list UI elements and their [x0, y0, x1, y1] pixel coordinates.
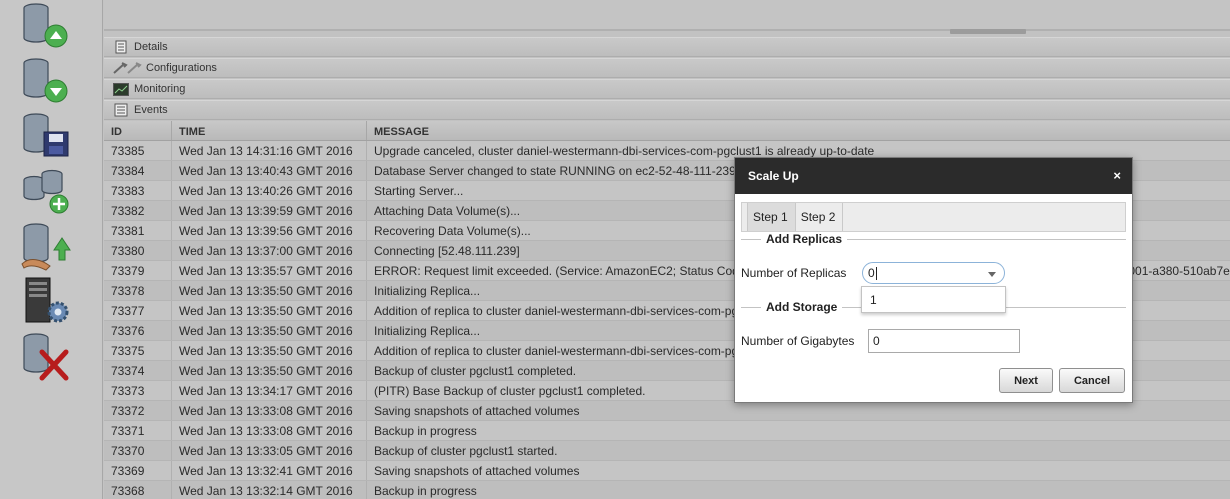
cell-message: Backup of cluster pgclust1 started.: [374, 444, 558, 458]
cell-time: Wed Jan 13 13:40:43 GMT 2016: [172, 161, 367, 180]
section-events-label: Events: [134, 104, 168, 116]
details-icon: [112, 40, 130, 54]
cell-id: 73368: [104, 481, 172, 499]
database-scale-down-icon[interactable]: [20, 55, 72, 107]
gigabytes-input[interactable]: 0: [868, 329, 1020, 353]
cell-time: Wed Jan 13 13:32:41 GMT 2016: [172, 461, 367, 480]
cell-time: Wed Jan 13 13:33:08 GMT 2016: [172, 421, 367, 440]
cell-time: Wed Jan 13 13:37:00 GMT 2016: [172, 241, 367, 260]
cell-id: 73373: [104, 381, 172, 400]
close-icon[interactable]: ×: [1113, 168, 1121, 183]
table-header: ID TIME MESSAGE: [104, 121, 1230, 141]
cell-id: 73385: [104, 141, 172, 160]
section-events[interactable]: Events: [104, 100, 1230, 120]
column-header-id[interactable]: ID: [104, 121, 172, 140]
next-button[interactable]: Next: [999, 368, 1053, 393]
dialog-title: Scale Up: [748, 169, 799, 183]
replicas-value: 0: [868, 266, 875, 280]
cell-time: Wed Jan 13 13:33:08 GMT 2016: [172, 401, 367, 420]
cell-time: Wed Jan 13 13:35:50 GMT 2016: [172, 281, 367, 300]
cell-time: Wed Jan 13 13:40:26 GMT 2016: [172, 181, 367, 200]
column-header-message[interactable]: MESSAGE: [367, 121, 1230, 140]
tab-step-2[interactable]: Step 2: [796, 203, 844, 231]
replicas-label: Number of Replicas: [741, 266, 847, 280]
database-add-replica-icon[interactable]: [20, 166, 72, 218]
cell-time: Wed Jan 13 13:35:50 GMT 2016: [172, 341, 367, 360]
tools-icon: [112, 61, 142, 75]
table-row[interactable]: 73369 Wed Jan 13 13:32:41 GMT 2016 Saving …: [104, 461, 1230, 481]
cell-id: 73371: [104, 421, 172, 440]
cell-id: 73377: [104, 301, 172, 320]
cell-time: Wed Jan 13 13:33:05 GMT 2016: [172, 441, 367, 460]
cell-time: Wed Jan 13 13:39:56 GMT 2016: [172, 221, 367, 240]
replicas-legend: Add Replicas: [761, 232, 848, 246]
table-row[interactable]: 73371 Wed Jan 13 13:33:08 GMT 2016 Backup …: [104, 421, 1230, 441]
cell-id: 73370: [104, 441, 172, 460]
cell-id: 73369: [104, 461, 172, 480]
table-row[interactable]: 73370 Wed Jan 13 13:33:05 GMT 2016 Backup …: [104, 441, 1230, 461]
cell-id: 73384: [104, 161, 172, 180]
wizard-tabs: Step 1 Step 2: [741, 202, 1126, 232]
gigabytes-label: Number of Gigabytes: [741, 334, 855, 348]
cell-time: Wed Jan 13 13:34:17 GMT 2016: [172, 381, 367, 400]
left-toolbar: [0, 0, 103, 499]
chevron-down-icon[interactable]: [988, 272, 996, 277]
column-header-time[interactable]: TIME: [172, 121, 367, 140]
dialog-title-bar[interactable]: Scale Up ×: [735, 158, 1132, 194]
cell-time: Wed Jan 13 13:35:50 GMT 2016: [172, 301, 367, 320]
splitter-handle[interactable]: [950, 29, 1026, 34]
cell-time: Wed Jan 13 13:35:50 GMT 2016: [172, 361, 367, 380]
cell-id: 73381: [104, 221, 172, 240]
replicas-dropdown-list: 1: [861, 286, 1006, 313]
tab-step-1[interactable]: Step 1: [747, 203, 796, 231]
cell-id: 73378: [104, 281, 172, 300]
database-upgrade-icon[interactable]: [20, 220, 72, 272]
server-settings-icon[interactable]: [20, 274, 72, 326]
cell-message: Saving snapshots of attached volumes: [374, 464, 580, 478]
scale-up-dialog: Scale Up × Step 1 Step 2 Add Replicas Nu…: [734, 157, 1133, 403]
cancel-button[interactable]: Cancel: [1059, 368, 1125, 393]
cell-id: 73376: [104, 321, 172, 340]
table-row[interactable]: 73368 Wed Jan 13 13:32:14 GMT 2016 Backup …: [104, 481, 1230, 499]
cell-id: 73372: [104, 401, 172, 420]
cell-id: 73383: [104, 181, 172, 200]
section-monitoring[interactable]: Monitoring: [104, 79, 1230, 99]
cell-id: 73380: [104, 241, 172, 260]
text-cursor: [875, 266, 877, 280]
cell-time: Wed Jan 13 13:32:14 GMT 2016: [172, 481, 367, 499]
section-details-label: Details: [134, 41, 168, 53]
section-details[interactable]: Details: [104, 37, 1230, 57]
cell-message: Backup in progress: [374, 484, 477, 498]
cell-id: 73375: [104, 341, 172, 360]
section-monitoring-label: Monitoring: [134, 83, 186, 95]
cell-time: Wed Jan 13 13:35:57 GMT 2016: [172, 261, 367, 280]
dropdown-option[interactable]: 1: [870, 293, 1005, 307]
monitoring-chart-icon: [112, 82, 130, 96]
top-panel: [104, 0, 1230, 31]
cell-time: Wed Jan 13 13:39:59 GMT 2016: [172, 201, 367, 220]
events-list-icon: [112, 103, 130, 117]
storage-legend: Add Storage: [761, 300, 843, 314]
cell-id: 73379: [104, 261, 172, 280]
table-row[interactable]: 73372 Wed Jan 13 13:33:08 GMT 2016 Saving …: [104, 401, 1230, 421]
section-configurations[interactable]: Configurations: [104, 58, 1230, 78]
cell-message: Saving snapshots of attached volumes: [374, 404, 580, 418]
cell-id: 73382: [104, 201, 172, 220]
cell-message: Backup in progress: [374, 424, 477, 438]
database-backup-icon[interactable]: [20, 110, 72, 162]
section-configurations-label: Configurations: [146, 62, 217, 74]
replicas-combo[interactable]: 0: [862, 262, 1005, 284]
cell-id: 73374: [104, 361, 172, 380]
database-scale-up-icon[interactable]: [20, 0, 72, 52]
database-delete-icon[interactable]: [20, 330, 72, 382]
cell-time: Wed Jan 13 13:35:50 GMT 2016: [172, 321, 367, 340]
cell-time: Wed Jan 13 14:31:16 GMT 2016: [172, 141, 367, 160]
